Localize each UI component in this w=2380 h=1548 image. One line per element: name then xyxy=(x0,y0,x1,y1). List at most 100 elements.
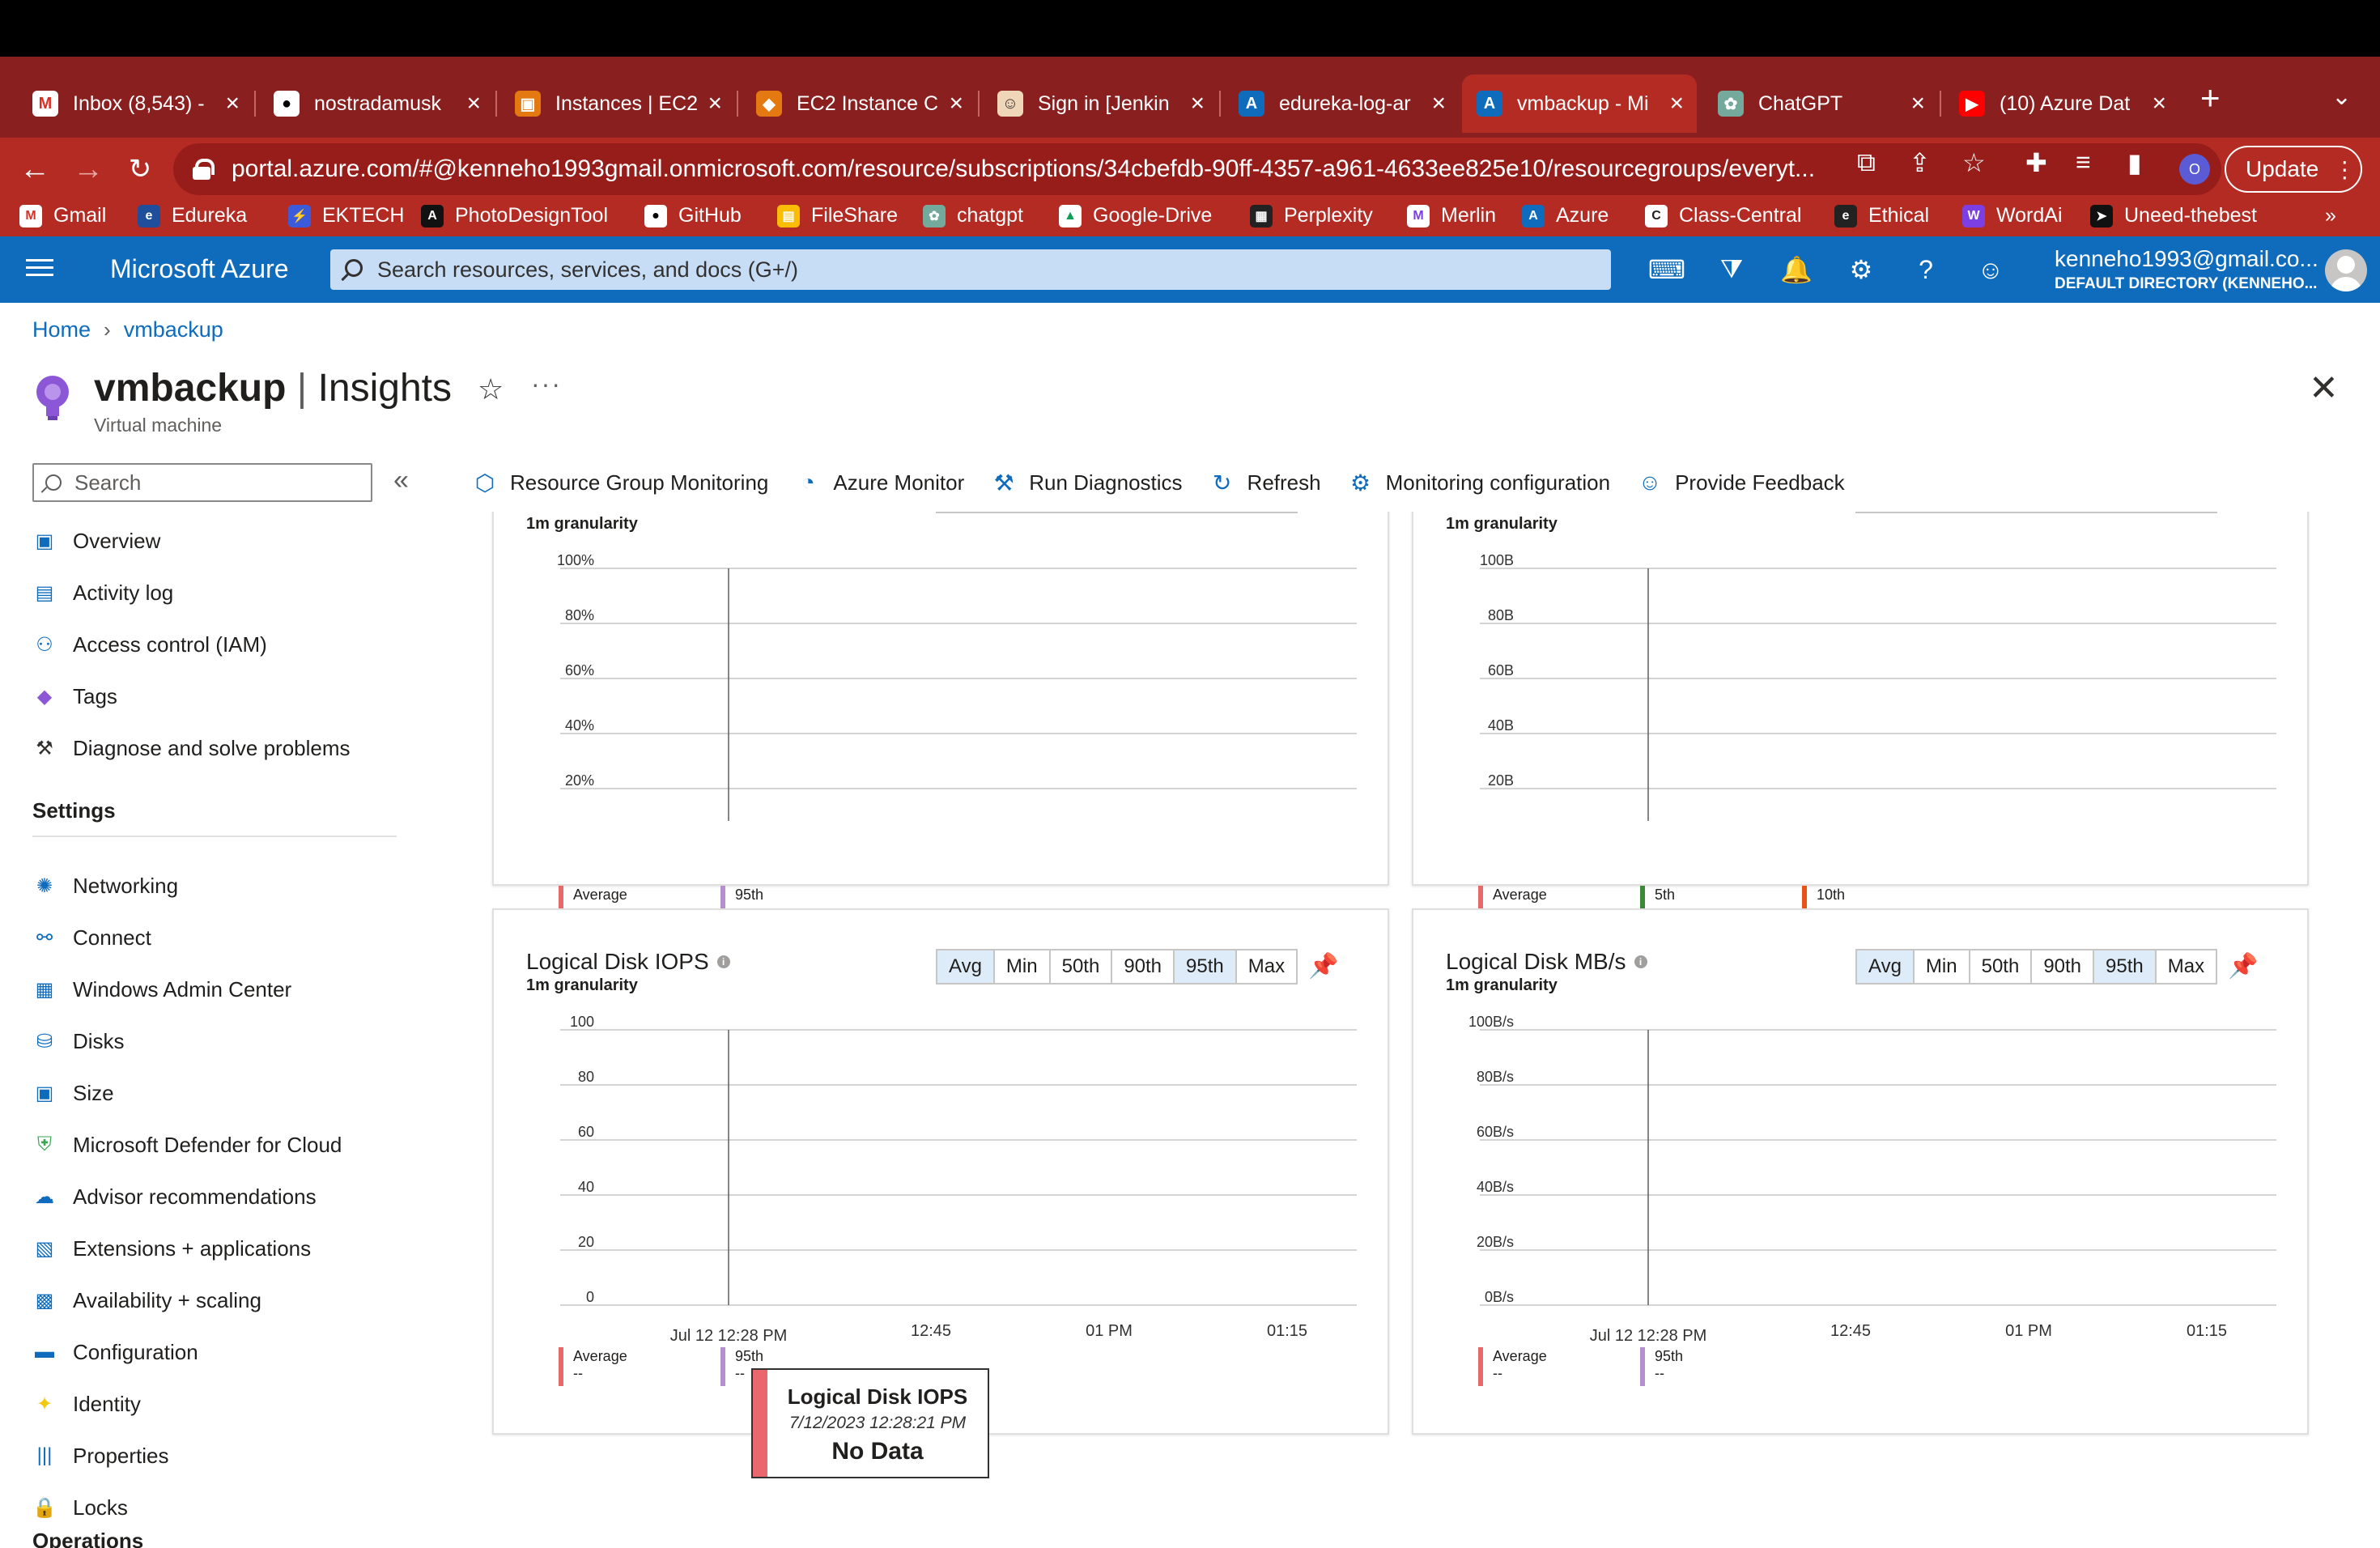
close-icon[interactable]: × xyxy=(1431,90,1446,117)
help-icon[interactable]: ? xyxy=(1909,253,1943,287)
back-icon[interactable]: ← xyxy=(15,149,55,189)
sidebar-item-extensions-applications[interactable]: ▧ Extensions + applications xyxy=(32,1227,311,1269)
bookmark-uneed-thebest[interactable]: ➤ Uneed-thebest xyxy=(2090,204,2257,228)
command-azure-monitor[interactable]: ◔ Azure Monitor xyxy=(794,469,964,496)
bookmark-star-icon[interactable]: ☆ xyxy=(1962,147,1986,178)
bookmark-class-central[interactable]: C Class-Central xyxy=(1645,204,1801,228)
bookmark-ethical[interactable]: e Ethical xyxy=(1834,204,1929,228)
sidebar-item-access-control-iam[interactable]: ⚇ Access control (IAM) xyxy=(32,623,267,666)
sidebar-item-locks[interactable]: 🔒 Locks xyxy=(32,1486,128,1529)
browser-tab[interactable]: ◆ EC2 Instance C × xyxy=(742,74,976,133)
breadcrumb-vmbackup[interactable]: vmbackup xyxy=(124,317,223,342)
bookmark-wordai[interactable]: W WordAi xyxy=(1962,204,2063,228)
breadcrumb-home[interactable]: Home xyxy=(32,317,91,342)
sidebar-item-overview[interactable]: ▣ Overview xyxy=(32,520,161,562)
sidepanel-icon[interactable]: ▮ xyxy=(2127,147,2142,178)
disk-icon: ⛁ xyxy=(36,1030,53,1053)
close-icon[interactable]: × xyxy=(708,90,722,117)
share-icon[interactable]: ⇪ xyxy=(1909,147,1931,178)
bookmark-github[interactable]: ● GitHub xyxy=(644,204,742,228)
sidebar-search-input[interactable]: Search xyxy=(32,463,372,502)
bookmark-gmail[interactable]: M Gmail xyxy=(19,204,106,228)
sidebar-item-configuration[interactable]: ▬ Configuration xyxy=(32,1331,198,1373)
azure-brand[interactable]: Microsoft Azure xyxy=(110,254,289,284)
browser-tab[interactable]: ✿ ChatGPT × xyxy=(1703,74,1938,133)
close-icon[interactable]: × xyxy=(1190,90,1205,117)
sidebar-item-networking[interactable]: ✺ Networking xyxy=(32,865,178,907)
bookmark-google-drive[interactable]: ▲ Google-Drive xyxy=(1059,204,1212,228)
close-icon[interactable]: × xyxy=(949,90,963,117)
browser-tab[interactable]: ▶ (10) Azure Dat × xyxy=(1944,74,2179,133)
directory-filter-icon[interactable]: ⧩ xyxy=(1715,253,1749,287)
settings-icon[interactable]: ⚙ xyxy=(1844,253,1878,287)
command-run-diagnostics[interactable]: ⚒ Run Diagnostics xyxy=(990,469,1183,496)
cloud-shell-icon[interactable]: ⌨ xyxy=(1648,253,1685,287)
browser-tab[interactable]: ▣ Instances | EC2 × xyxy=(500,74,735,133)
ektech-icon: ⚡ xyxy=(288,204,311,228)
bookmark-edureka[interactable]: e Edureka xyxy=(138,204,247,228)
browser-tab[interactable]: Avmbackup - Mi × xyxy=(1462,74,1697,133)
bookmark-chatgpt[interactable]: ✿ chatgpt xyxy=(923,204,1023,228)
hamburger-menu-icon[interactable] xyxy=(26,254,53,283)
lock-icon: 🔒 xyxy=(32,1496,57,1519)
reload-icon[interactable]: ↻ xyxy=(120,149,160,189)
sidebar-item-tags[interactable]: ◆ Tags xyxy=(32,675,117,717)
sidebar-item-identity[interactable]: ✦ Identity xyxy=(32,1383,141,1425)
close-icon[interactable]: × xyxy=(1669,90,1684,117)
extensions-icon[interactable]: ✚ xyxy=(2025,147,2047,178)
chart-card-memory: AvgMin50th90th95thMax📌1m granularity100B… xyxy=(1412,512,2309,925)
bookmark-merlin[interactable]: M Merlin xyxy=(1407,204,1496,228)
global-search-input[interactable]: Search resources, services, and docs (G+… xyxy=(330,249,1611,290)
bookmark-azure[interactable]: A Azure xyxy=(1522,204,1609,228)
legend-item[interactable]: Average-- xyxy=(1478,1347,1640,1386)
browser-tab[interactable]: Aedureka-log-ar × xyxy=(1224,74,1459,133)
bookmarks-overflow-icon[interactable]: » xyxy=(2325,204,2336,228)
browser-tab[interactable]: ☺ Sign in [Jenkin × xyxy=(983,74,1218,133)
tab-title: Sign in [Jenkin xyxy=(1038,91,1170,115)
update-button[interactable]: Update ⋮ xyxy=(2225,146,2362,193)
bookmark-fileshare[interactable]: ▤ FileShare xyxy=(777,204,898,228)
command-provide-feedback[interactable]: ☺ Provide Feedback xyxy=(1636,469,1845,496)
open-external-icon[interactable]: ⧉ xyxy=(1857,147,1876,178)
close-icon[interactable]: × xyxy=(1910,90,1925,117)
sidebar-item-properties[interactable]: ||| Properties xyxy=(32,1435,169,1477)
y-tick-label: 100B xyxy=(1480,552,1514,568)
avatar[interactable] xyxy=(2325,249,2367,291)
sidebar-search-placeholder: Search xyxy=(74,470,142,495)
browser-tab[interactable]: M Inbox (8,543) - × xyxy=(18,74,253,133)
close-icon[interactable]: × xyxy=(225,90,240,117)
favorite-star-icon[interactable]: ☆ xyxy=(478,372,504,406)
tab-list-icon[interactable]: ⌄ xyxy=(2331,83,2352,111)
command-refresh[interactable]: ↻ Refresh xyxy=(1209,469,1321,496)
notifications-icon[interactable]: 🔔 xyxy=(1779,253,1813,287)
close-icon[interactable]: ✕ xyxy=(2309,368,2339,409)
legend-item[interactable]: Average-- xyxy=(559,1347,720,1386)
command-monitoring-configuration[interactable]: ⚙ Monitoring configuration xyxy=(1347,469,1610,496)
account-menu[interactable]: kenneho1993@gmail.co... DEFAULT DIRECTOR… xyxy=(2055,246,2318,293)
command-resource-group-monitoring[interactable]: ⬡ Resource Group Monitoring xyxy=(471,469,769,496)
sidebar-item-diagnose-and-solve-problems[interactable]: ⚒ Diagnose and solve problems xyxy=(32,727,350,769)
forward-icon[interactable]: → xyxy=(68,149,108,189)
more-options-icon[interactable]: ··· xyxy=(531,369,562,399)
sidebar-item-advisor-recommendations[interactable]: ☁ Advisor recommendations xyxy=(32,1176,317,1218)
bookmark-perplexity[interactable]: ▦ Perplexity xyxy=(1250,204,1373,228)
collapse-sidebar-icon[interactable]: « xyxy=(393,465,409,496)
sidebar-item-disks[interactable]: ⛁ Disks xyxy=(32,1020,125,1062)
sidebar-item-microsoft-defender-for-cloud[interactable]: ⛨ Microsoft Defender for Cloud xyxy=(32,1124,342,1166)
media-icon[interactable]: ≡ xyxy=(2076,147,2091,177)
sidebar-item-connect[interactable]: ⚯ Connect xyxy=(32,916,151,959)
sidebar-item-availability-scaling[interactable]: ▩ Availability + scaling xyxy=(32,1279,261,1321)
close-icon[interactable]: × xyxy=(466,90,481,117)
close-icon[interactable]: × xyxy=(2152,90,2166,117)
browser-tab[interactable]: ● nostradamusk × xyxy=(259,74,494,133)
bookmark-label: Uneed-thebest xyxy=(2124,204,2258,227)
new-tab-icon[interactable]: + xyxy=(2200,78,2221,118)
feedback-icon[interactable]: ☺ xyxy=(1974,253,2008,287)
sidebar-item-windows-admin-center[interactable]: ▦ Windows Admin Center xyxy=(32,968,292,1010)
bookmark-photodesigntool[interactable]: A PhotoDesignTool xyxy=(421,204,608,228)
profile-avatar[interactable]: O xyxy=(2179,154,2210,185)
bookmark-ektech[interactable]: ⚡ EKTECH xyxy=(288,204,404,228)
legend-item[interactable]: 95th-- xyxy=(1640,1347,1802,1386)
sidebar-item-activity-log[interactable]: ▤ Activity log xyxy=(32,572,174,614)
sidebar-item-size[interactable]: ▣ Size xyxy=(32,1072,114,1114)
